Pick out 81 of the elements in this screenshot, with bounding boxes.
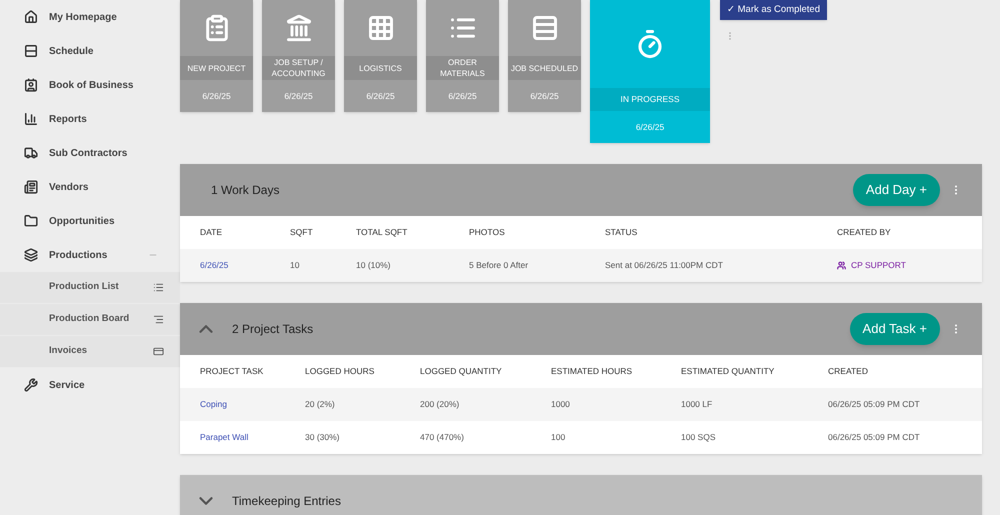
bank-icon <box>284 14 312 42</box>
stage-label: JOB SETUP / ACCOUNTING <box>262 56 335 80</box>
stage-label: ORDER MATERIALS <box>426 56 499 80</box>
sidebar-subitem[interactable]: Production List <box>0 272 180 304</box>
stage-label: LOGISTICS <box>344 56 417 80</box>
column-header: CREATED <box>828 365 869 378</box>
grid-icon <box>366 14 394 42</box>
sidebar-item[interactable]: Productions <box>0 238 180 272</box>
section-title: 1 Work Days <box>211 182 280 199</box>
column-header: PROJECT TASK <box>200 365 264 378</box>
truck-icon <box>24 146 38 160</box>
credit-card-icon <box>153 346 164 357</box>
table-cell-text: 470 (470%) <box>420 431 465 444</box>
stage-date: 6/26/25 <box>447 90 478 103</box>
table-cell-text: 5 Before 0 After <box>469 259 530 272</box>
column-header: CREATED BY <box>837 226 892 239</box>
table-cell-text: 100 <box>551 431 566 444</box>
wrench-icon <box>24 378 38 392</box>
sidebar-subitem[interactable]: Invoices <box>0 336 180 368</box>
stage-tile[interactable]: JOB SETUP / ACCOUNTING 6/26/25 <box>262 0 335 112</box>
stage-tile[interactable]: ORDER MATERIALS 6/26/25 <box>426 0 499 112</box>
sidebar-item[interactable]: Vendors <box>0 170 180 204</box>
stage-label: NEW PROJECT <box>180 56 253 80</box>
stage-date: 6/26/25 <box>201 90 232 103</box>
rows-icon <box>530 14 558 42</box>
table-link[interactable]: 6/26/25 <box>200 259 228 272</box>
contact-card-icon <box>24 78 38 92</box>
table-link[interactable]: Parapet Wall <box>200 431 248 444</box>
sidebar-item[interactable]: Opportunities <box>0 204 180 238</box>
folder-icon <box>24 214 38 228</box>
column-header: PHOTOS <box>469 226 506 239</box>
add-button[interactable]: Add Task + <box>850 313 940 345</box>
schedule-icon <box>24 44 38 58</box>
column-header: ESTIMATED QUANTITY <box>681 365 776 378</box>
mark-completed-button[interactable]: ✓ Mark as Completed <box>720 0 828 20</box>
stage-tile[interactable]: LOGISTICS 6/26/25 <box>344 0 417 112</box>
add-button[interactable]: Add Day + <box>852 174 940 206</box>
stage-date: 6/26/25 <box>283 90 314 103</box>
table-cell-text: 06/26/25 05:09 PM CDT <box>828 398 921 411</box>
people-icon <box>837 261 846 270</box>
table-cell-text: 10 (10%) <box>356 259 392 272</box>
column-header: STATUS <box>605 226 638 239</box>
sidebar-item[interactable]: Service <box>0 368 180 402</box>
table-cell-text: 10 <box>290 259 300 272</box>
newspaper-icon <box>24 180 38 194</box>
column-header: TOTAL SQFT <box>356 226 408 239</box>
sidebar-item[interactable]: Book of Business <box>0 68 180 102</box>
layers-icon <box>24 248 38 262</box>
table-link[interactable]: Coping <box>200 398 227 411</box>
column-header: DATE <box>200 226 224 239</box>
table-cell-text: 200 (20%) <box>420 398 460 411</box>
table-cell-text: Sent at 06/26/25 11:00PM CDT <box>605 259 724 272</box>
stage-date: 6/26/25 <box>634 120 666 134</box>
list-icon <box>153 282 164 293</box>
column-header: SQFT <box>290 226 314 239</box>
stage-date: 6/26/25 <box>365 90 396 103</box>
sidebar-subitem[interactable]: Production Board <box>0 304 180 336</box>
stage-label: IN PROGRESS <box>590 88 710 111</box>
table-cell-text: 20 (2%) <box>305 398 336 411</box>
table-cell-text: 1000 <box>551 398 571 411</box>
bar-chart-icon <box>24 112 38 126</box>
stage-tile[interactable]: NEW PROJECT 6/26/25 <box>180 0 253 112</box>
column-header: LOGGED HOURS <box>305 365 376 378</box>
sidebar-item[interactable]: Sub Contractors <box>0 136 180 170</box>
table-cell-text: 06/26/25 05:09 PM CDT <box>828 431 921 444</box>
stage-date: 6/26/25 <box>529 90 560 103</box>
lines-icon <box>153 314 164 325</box>
sidebar-item[interactable]: Reports <box>0 102 180 136</box>
table-cell-text: 100 SQS <box>681 431 716 444</box>
stage-label: JOB SCHEDULED <box>508 56 581 80</box>
sidebar-item[interactable]: My Homepage <box>0 0 180 34</box>
column-header: ESTIMATED HOURS <box>551 365 634 378</box>
sidebar-item[interactable]: Schedule <box>0 34 180 68</box>
table-cell-text: 30 (30%) <box>305 431 340 444</box>
table-cell-text: 1000 LF <box>681 398 714 411</box>
column-header: LOGGED QUANTITY <box>420 365 503 378</box>
user-link[interactable]: CP SUPPORT <box>851 259 906 272</box>
section-title: 2 Project Tasks <box>232 321 314 338</box>
section-title: Timekeeping Entries <box>232 493 342 510</box>
home-icon <box>24 10 38 24</box>
stage-tile[interactable]: JOB SCHEDULED 6/26/25 <box>508 0 581 112</box>
